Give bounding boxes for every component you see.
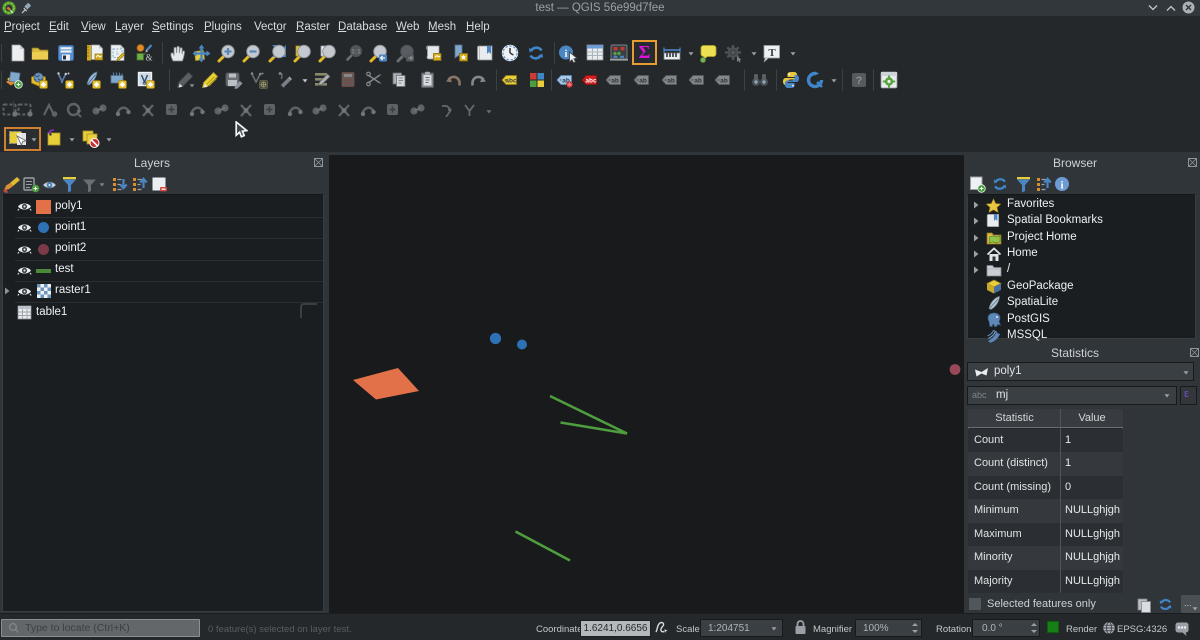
svg-text:ab: ab — [720, 78, 728, 85]
svg-text:ab: ab — [694, 78, 702, 85]
svg-text:ab: ab — [667, 78, 675, 85]
svg-text:ab: ab — [639, 78, 647, 85]
svg-text:T: T — [768, 47, 776, 59]
svg-text:1:1: 1:1 — [351, 49, 361, 56]
svg-text:i: i — [1060, 180, 1063, 192]
svg-text:abc: abc — [585, 78, 597, 85]
svg-text:&: & — [145, 53, 152, 63]
svg-text:?: ? — [856, 75, 863, 87]
svg-text:i: i — [564, 48, 567, 60]
svg-text:ab: ab — [611, 78, 619, 85]
svg-text:abc: abc — [505, 78, 517, 85]
